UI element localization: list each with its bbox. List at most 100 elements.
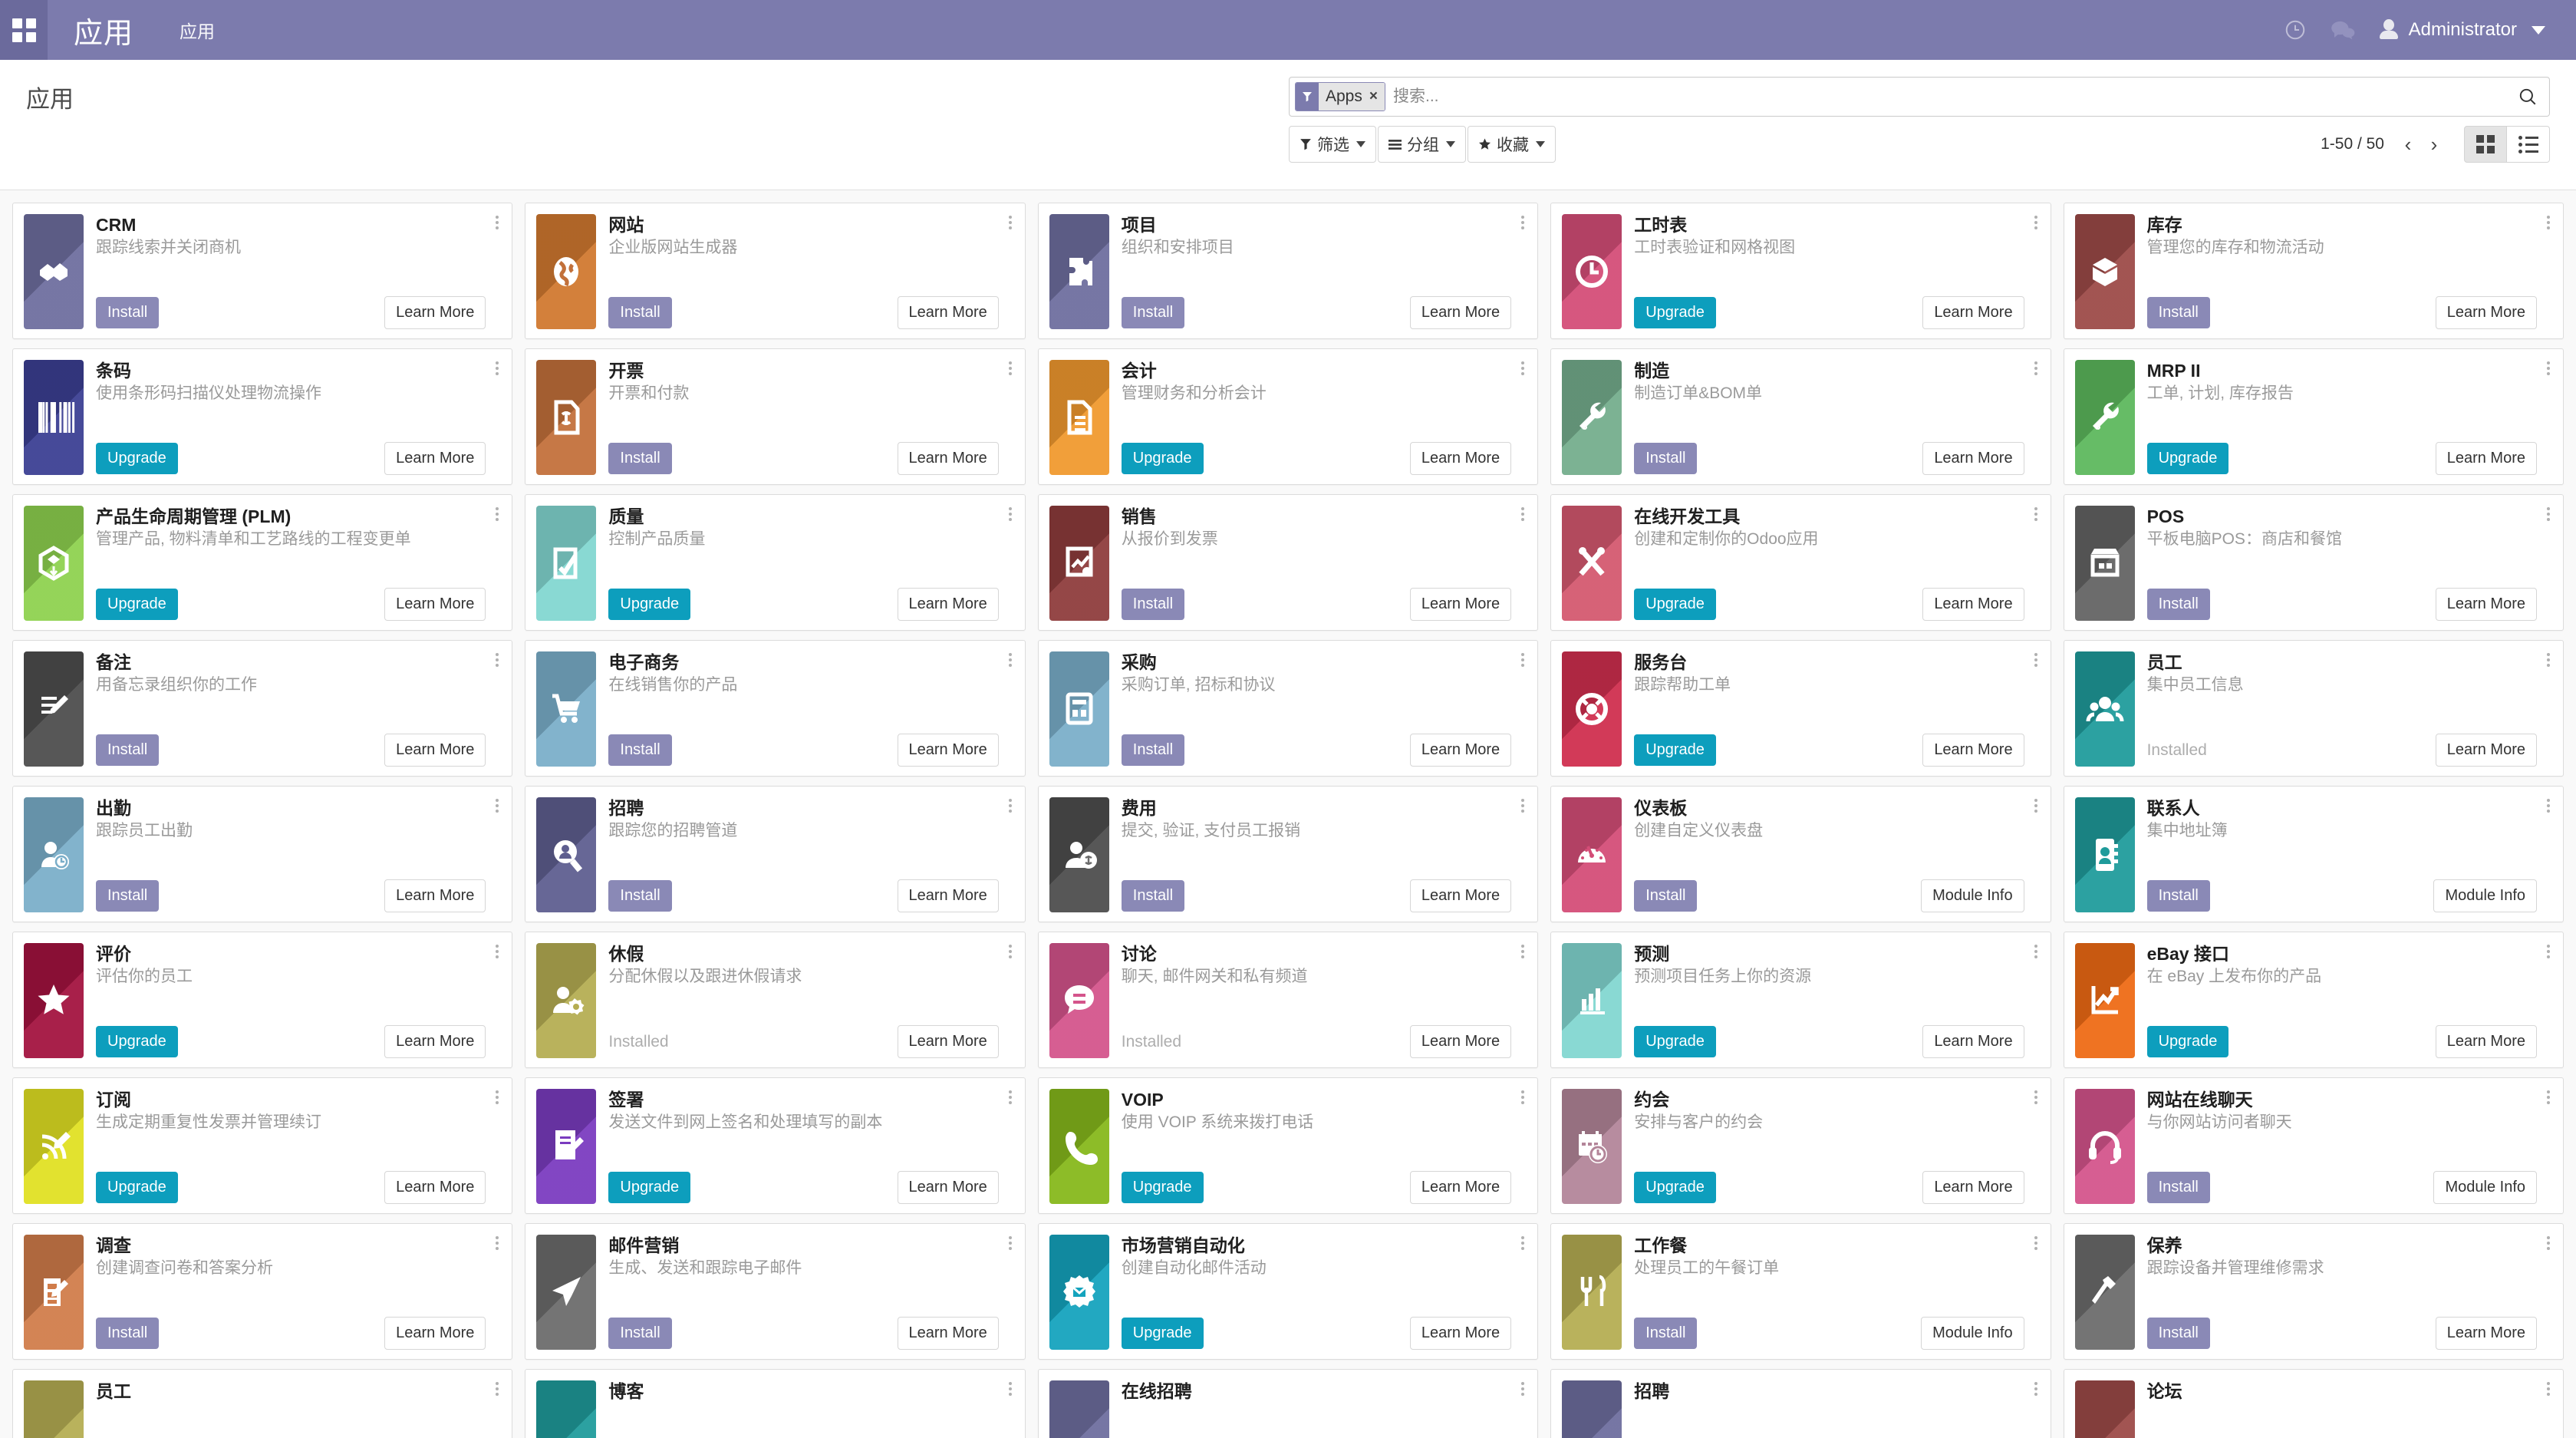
app-card[interactable]: 招聘 跟踪您的招聘管道 Install Learn More — [525, 786, 1026, 922]
upgrade-button[interactable]: Upgrade — [2146, 1026, 2229, 1057]
app-card[interactable]: 电子商务 在线销售你的产品 Install Learn More — [525, 640, 1026, 777]
install-button[interactable]: Install — [2146, 297, 2210, 328]
upgrade-button[interactable]: Upgrade — [1634, 734, 1716, 766]
kebab-menu-icon[interactable] — [490, 504, 504, 524]
kebab-menu-icon[interactable] — [2029, 942, 2043, 961]
learn-more-button[interactable]: Learn More — [1409, 1025, 1512, 1058]
upgrade-button[interactable]: Upgrade — [608, 589, 691, 620]
clock-icon[interactable] — [2271, 0, 2319, 60]
kebab-menu-icon[interactable] — [2029, 358, 2043, 378]
app-card[interactable]: 费用 提交, 验证, 支付员工报销 Install Learn More — [1037, 786, 1539, 922]
upgrade-button[interactable]: Upgrade — [608, 1172, 691, 1203]
learn-more-button[interactable]: Learn More — [2435, 1317, 2537, 1350]
app-card[interactable]: 休假 分配休假以及跟进休假请求 Installed Learn More — [525, 932, 1026, 1068]
app-card[interactable]: 销售 从报价到发票 Install Learn More — [1037, 494, 1539, 631]
app-card[interactable]: 保养 跟踪设备并管理维修需求 Install Learn More — [2063, 1223, 2564, 1360]
kebab-menu-icon[interactable] — [1003, 358, 1017, 378]
kebab-menu-icon[interactable] — [2029, 1087, 2043, 1107]
app-card[interactable]: CRM 跟踪线索并关闭商机 Install Learn More — [12, 203, 513, 339]
learn-more-button[interactable]: Learn More — [384, 1317, 486, 1350]
kebab-menu-icon[interactable] — [490, 1087, 504, 1107]
app-card[interactable]: 工时表 工时表验证和网格视图 Upgrade Learn More — [1550, 203, 2051, 339]
kebab-menu-icon[interactable] — [1516, 1233, 1530, 1253]
kebab-menu-icon[interactable] — [2541, 796, 2555, 816]
install-button[interactable]: Install — [1634, 1318, 1698, 1349]
learn-more-button[interactable]: Learn More — [897, 734, 999, 767]
search-input[interactable] — [1385, 87, 2511, 106]
chat-icon[interactable] — [2319, 0, 2367, 60]
kanban-view-button[interactable] — [2464, 126, 2507, 163]
learn-more-button[interactable]: Learn More — [1922, 296, 2024, 329]
upgrade-button[interactable]: Upgrade — [1634, 1172, 1716, 1203]
learn-more-button[interactable]: Learn More — [384, 1025, 486, 1058]
upgrade-button[interactable]: Upgrade — [1634, 297, 1716, 328]
kebab-menu-icon[interactable] — [490, 358, 504, 378]
learn-more-button[interactable]: Learn More — [2435, 442, 2537, 475]
upgrade-button[interactable]: Upgrade — [96, 1026, 178, 1057]
install-button[interactable]: Install — [608, 880, 672, 912]
learn-more-button[interactable]: Learn More — [1922, 588, 2024, 621]
kebab-menu-icon[interactable] — [1516, 1087, 1530, 1107]
app-card[interactable]: 博客 — [525, 1369, 1026, 1438]
kebab-menu-icon[interactable] — [1003, 796, 1017, 816]
app-card[interactable]: 出勤 跟踪员工出勤 Install Learn More — [12, 786, 513, 922]
app-card[interactable]: 条码 使用条形码扫描仪处理物流操作 Upgrade Learn More — [12, 348, 513, 485]
install-button[interactable]: Install — [96, 734, 160, 766]
kebab-menu-icon[interactable] — [1003, 504, 1017, 524]
brand-title[interactable]: 应用 — [48, 0, 160, 60]
kebab-menu-icon[interactable] — [1516, 650, 1530, 670]
install-button[interactable]: Install — [96, 880, 160, 912]
learn-more-button[interactable]: Learn More — [1922, 1171, 2024, 1204]
upgrade-button[interactable]: Upgrade — [1121, 1172, 1204, 1203]
list-view-button[interactable] — [2507, 126, 2550, 163]
kebab-menu-icon[interactable] — [2029, 650, 2043, 670]
install-button[interactable]: Install — [2146, 589, 2210, 620]
app-card[interactable]: 开票 开票和付款 Install Learn More — [525, 348, 1026, 485]
upgrade-button[interactable]: Upgrade — [96, 443, 178, 474]
learn-more-button[interactable]: Learn More — [897, 296, 999, 329]
app-card[interactable]: POS 平板电脑POS：商店和餐馆 Install Learn More — [2063, 494, 2564, 631]
learn-more-button[interactable]: Learn More — [384, 1171, 486, 1204]
learn-more-button[interactable]: Learn More — [1409, 1171, 1512, 1204]
learn-more-button[interactable]: Learn More — [1409, 588, 1512, 621]
kebab-menu-icon[interactable] — [1516, 1379, 1530, 1399]
app-card[interactable]: 预测 预测项目任务上你的资源 Upgrade Learn More — [1550, 932, 2051, 1068]
install-button[interactable]: Install — [2146, 1172, 2210, 1203]
install-button[interactable]: Install — [1121, 880, 1185, 912]
search-facet-apps[interactable]: Apps × — [1295, 82, 1385, 111]
install-button[interactable]: Install — [608, 443, 672, 474]
close-icon[interactable]: × — [1369, 88, 1378, 105]
app-card[interactable]: 邮件营销 生成、发送和跟踪电子邮件 Install Learn More — [525, 1223, 1026, 1360]
kebab-menu-icon[interactable] — [2029, 504, 2043, 524]
learn-more-button[interactable]: Learn More — [897, 442, 999, 475]
learn-more-button[interactable]: Learn More — [1922, 734, 2024, 767]
learn-more-button[interactable]: Learn More — [897, 588, 999, 621]
kebab-menu-icon[interactable] — [2029, 1379, 2043, 1399]
app-card[interactable]: 仪表板 创建自定义仪表盘 Install Module Info — [1550, 786, 2051, 922]
upgrade-button[interactable]: Upgrade — [96, 1172, 178, 1203]
app-card[interactable]: 产品生命周期管理 (PLM) 管理产品, 物料清单和工艺路线的工程变更单 Upgra… — [12, 494, 513, 631]
app-card[interactable]: 讨论 聊天, 邮件网关和私有频道 Installed Learn More — [1037, 932, 1539, 1068]
install-button[interactable]: Install — [1121, 589, 1185, 620]
kebab-menu-icon[interactable] — [1516, 796, 1530, 816]
app-card[interactable]: 在线开发工具 创建和定制你的Odoo应用 Upgrade Learn More — [1550, 494, 2051, 631]
app-card[interactable]: 招聘 — [1550, 1369, 2051, 1438]
kebab-menu-icon[interactable] — [1003, 1379, 1017, 1399]
kebab-menu-icon[interactable] — [490, 796, 504, 816]
learn-more-button[interactable]: Learn More — [384, 734, 486, 767]
apps-grid-icon[interactable] — [0, 0, 48, 60]
app-card[interactable]: 约会 安排与客户的约会 Upgrade Learn More — [1550, 1077, 2051, 1214]
learn-more-button[interactable]: Learn More — [897, 1317, 999, 1350]
kebab-menu-icon[interactable] — [2541, 504, 2555, 524]
learn-more-button[interactable]: Learn More — [897, 1171, 999, 1204]
learn-more-button[interactable]: Learn More — [384, 296, 486, 329]
pager-previous-icon[interactable]: ‹ — [2395, 129, 2421, 160]
app-card[interactable]: 员工 — [12, 1369, 513, 1438]
app-card[interactable]: 市场营销自动化 创建自动化邮件活动 Upgrade Learn More — [1037, 1223, 1539, 1360]
kebab-menu-icon[interactable] — [2541, 1379, 2555, 1399]
kebab-menu-icon[interactable] — [1003, 1233, 1017, 1253]
upgrade-button[interactable]: Upgrade — [1121, 443, 1204, 474]
upgrade-button[interactable]: Upgrade — [1634, 1026, 1716, 1057]
app-card[interactable]: 签署 发送文件到网上签名和处理填写的副本 Upgrade Learn More — [525, 1077, 1026, 1214]
app-card[interactable]: 网站 企业版网站生成器 Install Learn More — [525, 203, 1026, 339]
